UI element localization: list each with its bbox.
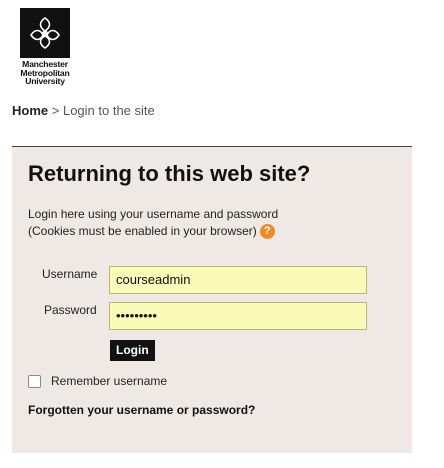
password-label: Password xyxy=(44,303,97,317)
username-label: Username xyxy=(42,267,98,281)
logo-emblem-icon xyxy=(20,8,70,58)
remember-checkbox[interactable] xyxy=(28,374,41,388)
remember-label: Remember username xyxy=(51,374,168,388)
breadcrumb-separator: > xyxy=(51,103,60,118)
breadcrumb-current: Login to the site xyxy=(62,103,155,118)
login-title: Returning to this web site? xyxy=(28,161,311,186)
intro-line-2: (Cookies must be enabled in your browser… xyxy=(28,223,278,240)
help-icon[interactable]: ? xyxy=(259,224,275,240)
breadcrumb: Home > Login to the site xyxy=(12,103,155,118)
logo-wordmark: Manchester Metropolitan University xyxy=(20,59,70,87)
username-field[interactable]: courseadmin xyxy=(109,266,367,294)
forgot-password-link[interactable]: Forgotten your username or password? xyxy=(28,403,255,417)
breadcrumb-home-link[interactable]: Home xyxy=(12,103,48,118)
login-intro: Login here using your username and passw… xyxy=(28,206,278,240)
cookie-note: (Cookies must be enabled in your browser… xyxy=(28,224,257,238)
remember-username[interactable]: Remember username xyxy=(28,374,167,388)
password-field[interactable]: ••••••••• xyxy=(109,302,367,330)
login-button[interactable]: Login xyxy=(110,340,155,361)
university-logo[interactable]: Manchester Metropolitan University xyxy=(14,8,76,86)
intro-line-1: Login here using your username and passw… xyxy=(28,207,279,221)
